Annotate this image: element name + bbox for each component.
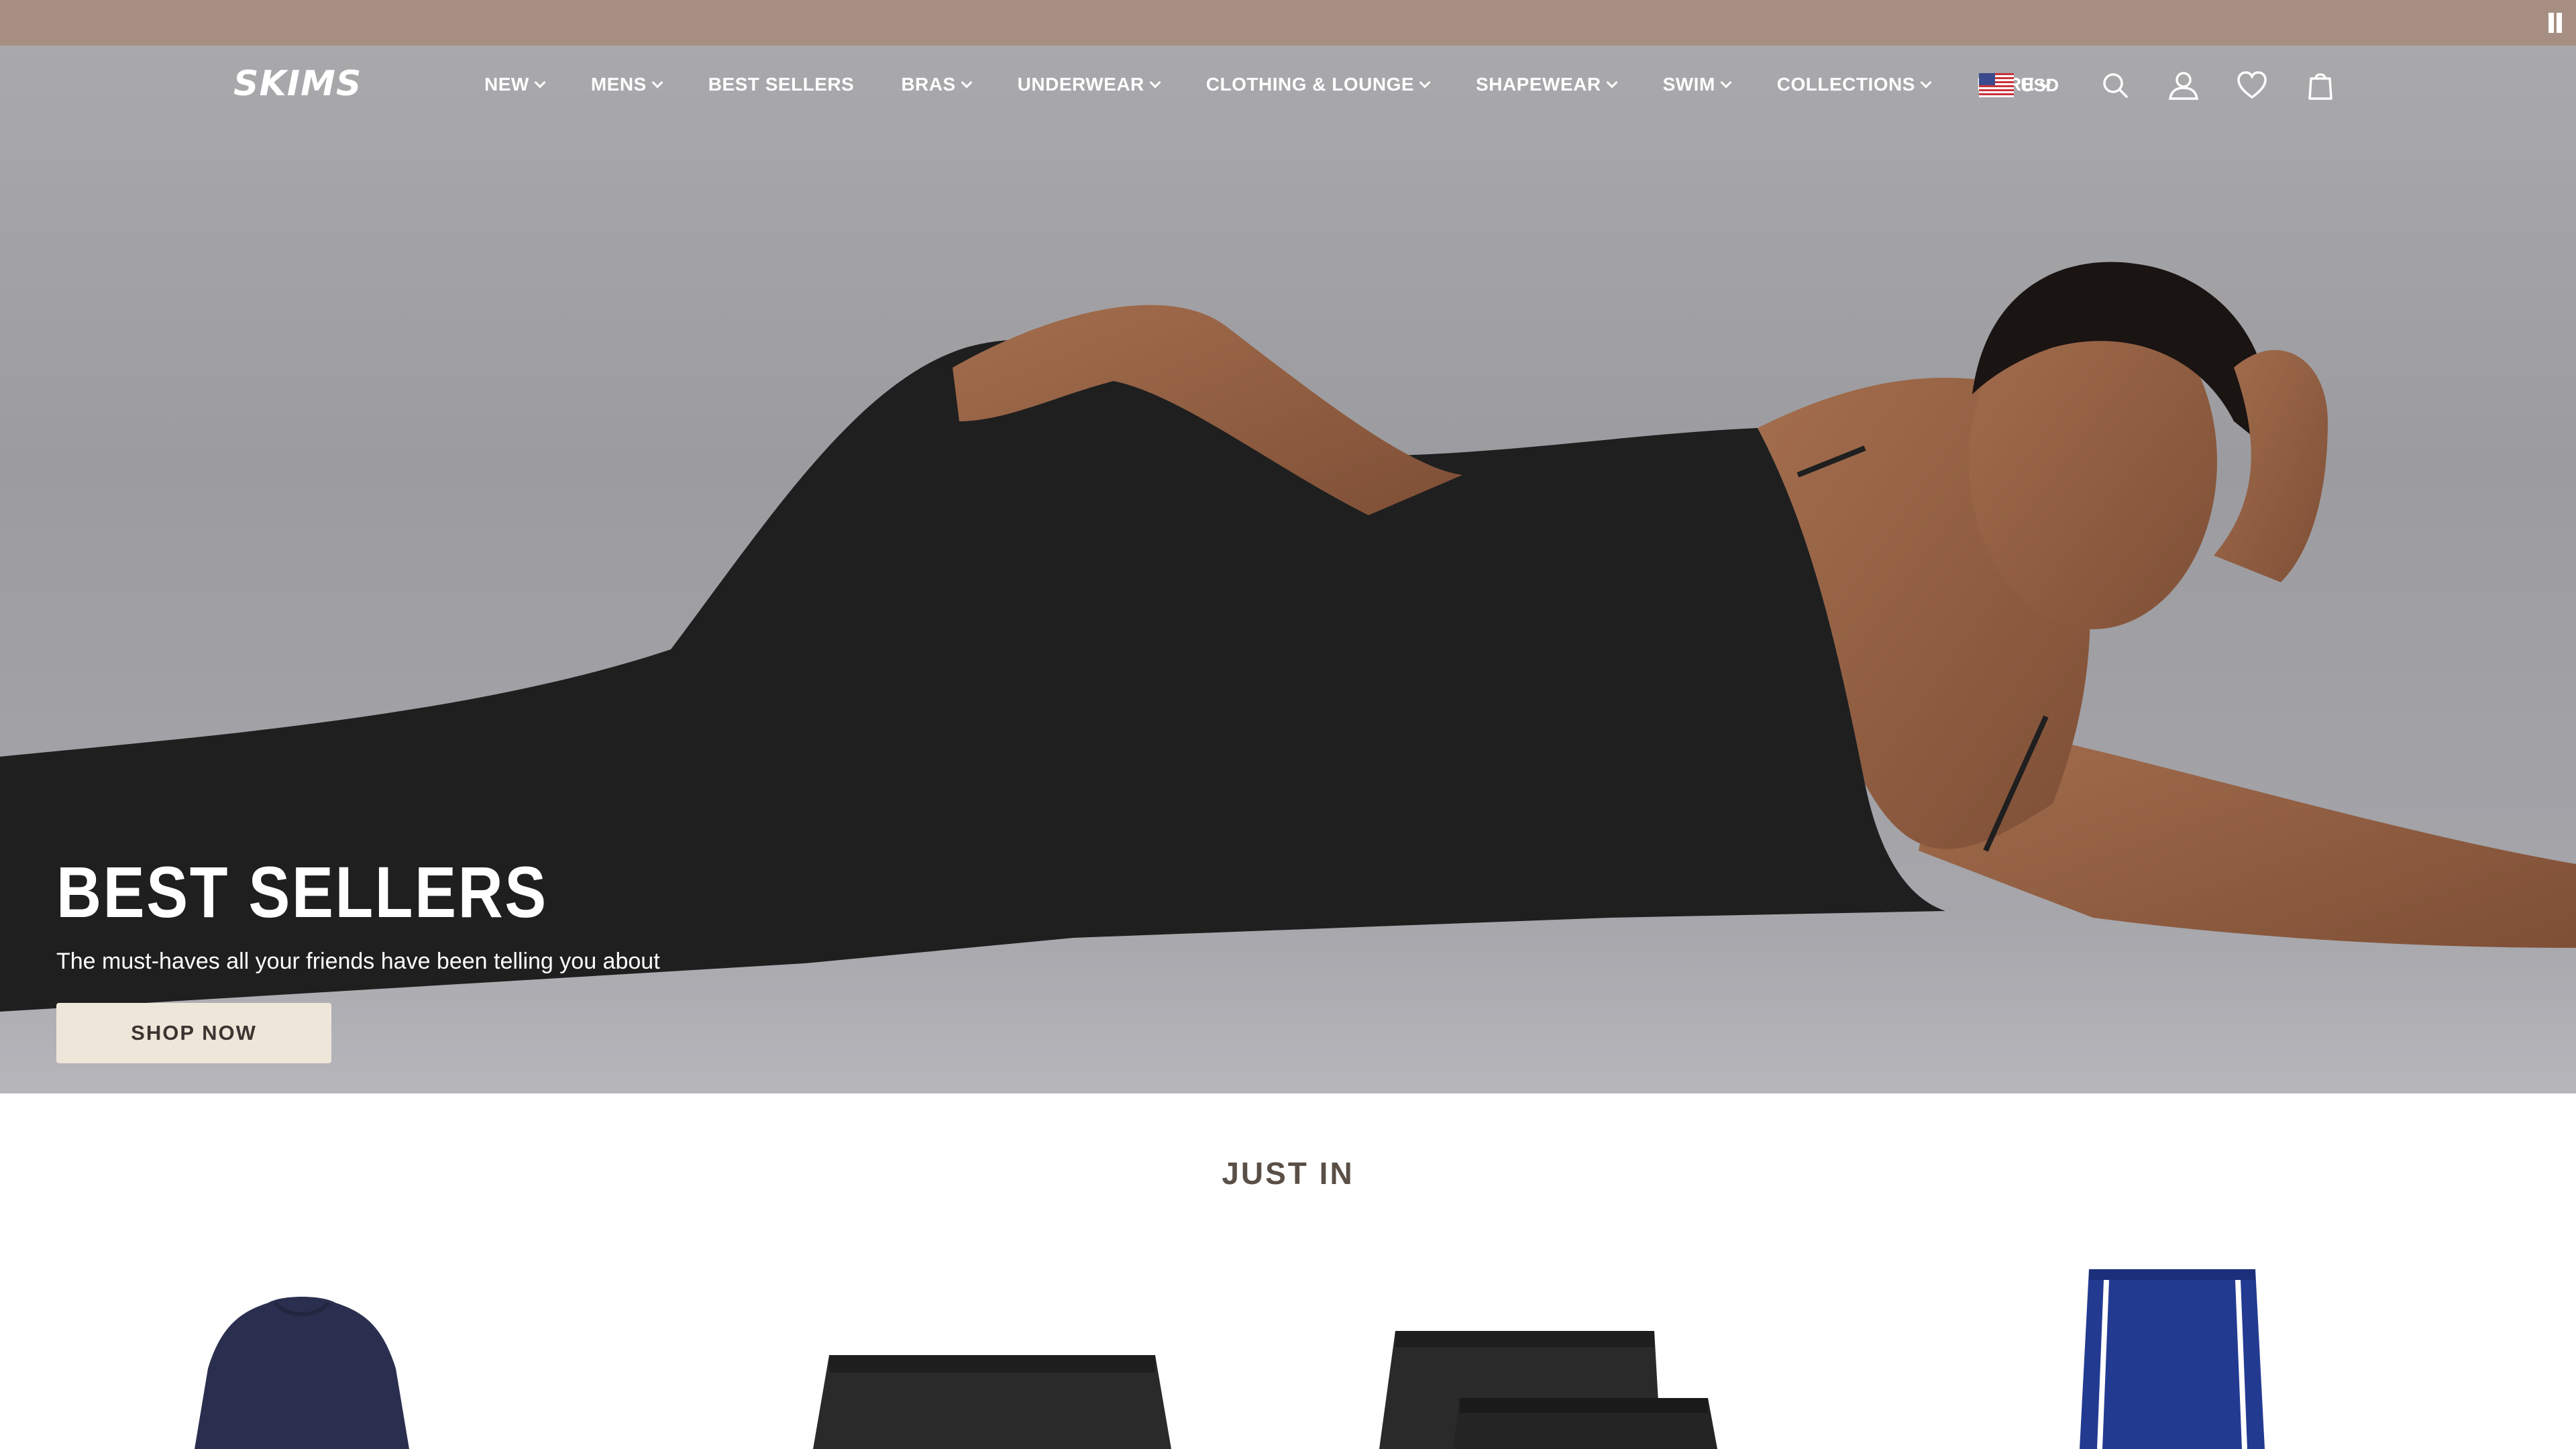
hero-copy: BEST SELLERS The must-haves all your fri…: [56, 856, 660, 1063]
chevron-down-icon: [1149, 76, 1161, 89]
promo-pause-icon[interactable]: [2546, 13, 2564, 33]
nav-item-label: MENS: [590, 74, 647, 95]
hero-banner[interactable]: BEST SELLERS The must-haves all your fri…: [0, 46, 2576, 1093]
chevron-down-icon: [1606, 76, 1618, 89]
promo-bar: [0, 0, 2576, 46]
section-title: JUST IN: [1222, 1156, 1354, 1191]
currency-selector[interactable]: USD: [1979, 73, 2059, 97]
nav-item-shapewear[interactable]: SHAPEWEAR: [1476, 74, 1618, 95]
chevron-down-icon: [651, 76, 663, 89]
shopping-bag-icon[interactable]: [2303, 68, 2338, 103]
hero-subtitle: The must-haves all your friends have bee…: [56, 949, 660, 974]
nav-item-collections[interactable]: COLLECTIONS: [1776, 74, 1932, 95]
shop-now-button[interactable]: SHOP NOW: [56, 1003, 331, 1063]
nav-item-label: SHAPEWEAR: [1476, 74, 1601, 95]
chevron-down-icon: [534, 76, 546, 89]
main-nav: NEW MENS BEST SELLERS BRAS UNDERWEAR CLOTHING…: [484, 74, 2096, 95]
nav-item-label: COLLECTIONS: [1776, 74, 1915, 95]
chevron-down-icon: [1720, 76, 1732, 89]
nav-item-label: SWIM: [1662, 74, 1715, 95]
search-icon[interactable]: [2098, 68, 2133, 103]
nav-item-best-sellers[interactable]: BEST SELLERS: [708, 74, 855, 95]
nav-item-bras[interactable]: BRAS: [901, 74, 973, 95]
just-in-section: JUST IN: [0, 1093, 2576, 1449]
chevron-down-icon: [1419, 76, 1431, 89]
skims-logo[interactable]: SKIMS: [233, 64, 362, 104]
chevron-down-icon: [1920, 76, 1932, 89]
utility-nav: USD: [1979, 68, 2371, 102]
nav-item-mens[interactable]: MENS: [590, 74, 663, 95]
blue-shorts-image[interactable]: [2080, 1269, 2265, 1449]
nav-item-underwear[interactable]: UNDERWEAR: [1017, 74, 1161, 95]
nav-item-label: CLOTHING & LOUNGE: [1205, 74, 1415, 95]
nav-item-clothing-lounge[interactable]: CLOTHING & LOUNGE: [1205, 74, 1431, 95]
heart-icon[interactable]: [2235, 68, 2269, 103]
navy-tshirt-image[interactable]: [195, 1295, 409, 1449]
nav-item-swim[interactable]: SWIM: [1662, 74, 1732, 95]
black-boxer-brief-image[interactable]: [813, 1355, 1171, 1449]
nav-item-label: BRAS: [901, 74, 956, 95]
hero-title: BEST SELLERS: [56, 851, 548, 932]
black-boxer-brief-2-pack-image[interactable]: [1379, 1331, 1717, 1449]
us-flag-icon: [1979, 73, 2014, 97]
site-header: SKIMS NEW MENS BEST SELLERS BRAS UNDERWEAR CL…: [0, 46, 2576, 123]
chevron-down-icon: [961, 76, 973, 89]
nav-item-label: UNDERWEAR: [1017, 74, 1144, 95]
account-icon[interactable]: [2166, 68, 2201, 103]
nav-item-label: BEST SELLERS: [708, 74, 855, 95]
nav-item-new[interactable]: NEW: [484, 74, 546, 95]
currency-label: USD: [2021, 74, 2059, 95]
nav-item-label: NEW: [484, 74, 529, 95]
